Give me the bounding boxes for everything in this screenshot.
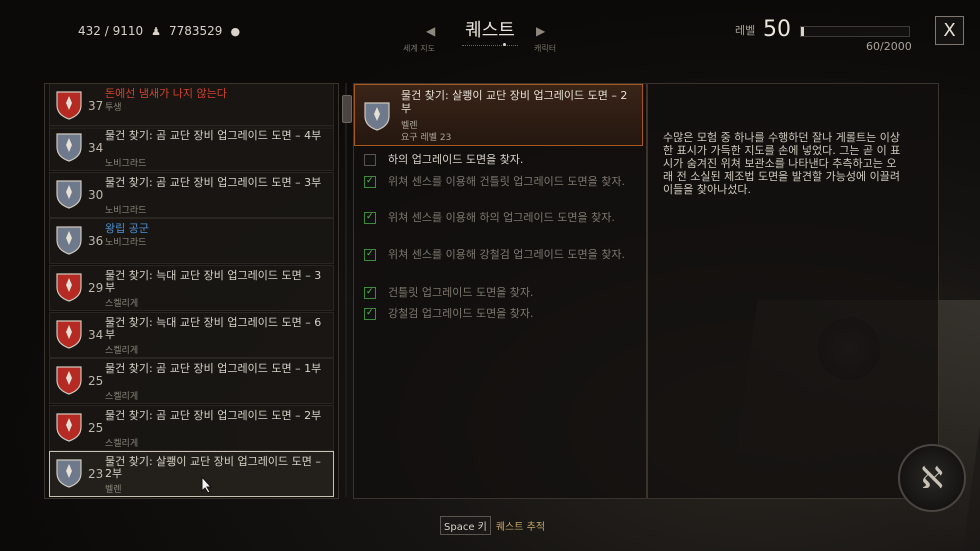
quest-region: 스켈리게 (105, 439, 139, 449)
quest-list-item[interactable]: 34 물건 찾기: 늑대 교단 장비 업그레이드 도면 – 6부스켈리게 (49, 312, 334, 358)
scroll-thumb[interactable] (342, 95, 352, 123)
quest-level: 30 (88, 188, 104, 202)
quest-list-item[interactable]: 34 물건 찾기: 곰 교단 장비 업그레이드 도면 – 4부노비그라드 (49, 125, 334, 171)
quest-shield-icon (56, 180, 82, 209)
quest-level: 37 (88, 99, 104, 113)
quest-region: 벨렌 (105, 485, 122, 495)
quest-region: 투생 (105, 103, 122, 113)
quest-list-item[interactable]: 25 물건 찾기: 곰 교단 장비 업그레이드 도면 – 1부스켈리게 (49, 358, 334, 404)
gold-amount: 7783529 (169, 24, 223, 38)
quest-shield-icon (56, 366, 82, 395)
close-button[interactable]: X (935, 16, 964, 45)
quest-level: 36 (88, 234, 104, 248)
check-icon (364, 286, 376, 299)
page-title: 퀘스트 (465, 20, 515, 41)
quest-shield-icon (56, 273, 82, 302)
inventory-stats: 432 / 9110 ♟ 7783529 ● (78, 24, 240, 38)
quest-level: 25 (88, 374, 104, 388)
objective-text: 하의 업그레이드 도면을 찾자. (388, 153, 524, 166)
next-tab-label[interactable]: 캐릭터 (534, 43, 556, 54)
prev-tab-label[interactable]: 세계 지도 (403, 43, 435, 54)
quest-shield-icon (56, 226, 82, 255)
objective-text: 위쳐 센스를 이용해 하의 업그레이드 도면을 찾자. (388, 211, 615, 224)
quest-region: 노비그라드 (105, 159, 147, 169)
quest-region: 스켈리게 (105, 346, 139, 356)
objective-text: 위쳐 센스를 이용해 건틀릿 업그레이드 도면을 찾자. (388, 175, 625, 188)
quest-list-item[interactable]: 23 물건 찾기: 살쾡이 교단 장비 업그레이드 도면 – 2부벨렌 (49, 451, 334, 497)
quest-name: 물건 찾기: 늑대 교단 장비 업그레이드 도면 – 3부 (105, 269, 322, 294)
next-tab-arrow-icon[interactable]: ▶ (536, 24, 545, 38)
quest-list-item[interactable]: 30 물건 찾기: 곰 교단 장비 업그레이드 도면 – 3부노비그라드 (49, 172, 334, 218)
level-label: 레벨 (735, 24, 756, 37)
objective-text: 건틀릿 업그레이드 도면을 찾자. (388, 286, 534, 299)
quest-list-item[interactable]: 37 돈에선 냄새가 나지 않는다투생 (49, 84, 334, 129)
xp-bar (800, 26, 910, 37)
quest-shield-icon (56, 413, 82, 442)
quest-name: 물건 찾기: 곰 교단 장비 업그레이드 도면 – 1부 (105, 362, 322, 375)
quest-list-item[interactable]: 36 왕립 공군노비그라드 (49, 218, 334, 264)
quest-list-panel: 37 돈에선 냄새가 나지 않는다 투생 34 물건 찾기: 곰 교단 장비 업그레이드… (44, 83, 339, 499)
quest-description: 수많은 모험 중 하나를 수행하던 잘나 게롤트는 이상한 표시가 가득한 지도… (663, 131, 901, 196)
witcher-medallion-icon: ℵ (898, 444, 966, 512)
objective-text: 위쳐 센스를 이용해 강철검 업그레이드 도면을 찾자. (388, 248, 625, 261)
check-icon (364, 307, 376, 320)
quest-region: 노비그라드 (105, 238, 147, 248)
quest-level: 34 (88, 328, 104, 342)
selected-quest-requirement: 요구 레벨 23 (401, 133, 452, 143)
quest-shield-icon (364, 102, 390, 131)
quest-region: 스켈리게 (105, 392, 139, 402)
active-tab-dot (503, 43, 506, 46)
scroll-track (345, 83, 347, 497)
check-icon (364, 211, 376, 224)
quest-name: 물건 찾기: 곰 교단 장비 업그레이드 도면 – 3부 (105, 176, 322, 189)
person-icon: ♟ (151, 24, 161, 38)
inventory-weight: 432 / 9110 (78, 24, 144, 38)
xp-text: 60/2000 (866, 40, 912, 53)
space-key-badge: Space 키 (440, 516, 491, 535)
xp-bar-fill (801, 27, 805, 36)
checkbox-icon (364, 154, 376, 166)
track-quest-label: 퀘스트 추적 (495, 522, 546, 533)
check-icon (364, 248, 376, 261)
quest-name: 왕립 공군 (105, 222, 149, 235)
mouse-cursor-icon (201, 476, 213, 494)
quest-name: 돈에선 냄새가 나지 않는다 (105, 87, 227, 100)
quest-region: 스켈리게 (105, 299, 139, 309)
quest-list-item[interactable]: 25 물건 찾기: 곰 교단 장비 업그레이드 도면 – 2부스켈리게 (49, 405, 334, 451)
selected-quest-title: 물건 찾기: 살쾡이 교단 장비 업그레이드 도면 – 2부 (401, 89, 628, 115)
tab-indicator (462, 45, 518, 46)
quest-region: 노비그라드 (105, 206, 147, 216)
quest-level: 29 (88, 281, 104, 295)
quest-shield-icon (56, 320, 82, 349)
quest-shield-icon (56, 133, 82, 162)
quest-level: 23 (88, 467, 104, 481)
quest-shield-icon (56, 91, 82, 120)
level-value: 50 (763, 17, 791, 42)
menu-navigation: ◀ 퀘스트 ▶ 세계 지도 캐릭터 (390, 12, 590, 56)
quest-list-scrollbar[interactable] (341, 83, 352, 497)
quest-list-item[interactable]: 29 물건 찾기: 늑대 교단 장비 업그레이드 도면 – 3부스켈리게 (49, 265, 334, 311)
quest-name: 물건 찾기: 살쾡이 교단 장비 업그레이드 도면 – 2부 (105, 455, 321, 480)
quest-level: 25 (88, 421, 104, 435)
quest-level: 34 (88, 141, 104, 155)
check-icon (364, 175, 376, 188)
track-quest-hint[interactable]: Space 키 퀘스트 추적 (440, 516, 545, 535)
coin-icon: ● (230, 24, 241, 38)
quest-name: 물건 찾기: 곰 교단 장비 업그레이드 도면 – 4부 (105, 129, 322, 142)
quest-name: 물건 찾기: 늑대 교단 장비 업그레이드 도면 – 6부 (105, 316, 322, 341)
quest-name: 물건 찾기: 곰 교단 장비 업그레이드 도면 – 2부 (105, 409, 322, 422)
selected-quest-header: 물건 찾기: 살쾡이 교단 장비 업그레이드 도면 – 2부 벨렌 요구 레벨 … (354, 84, 643, 146)
quest-shield-icon (56, 459, 82, 488)
objective-text: 강철검 업그레이드 도면을 찾자. (388, 307, 534, 320)
